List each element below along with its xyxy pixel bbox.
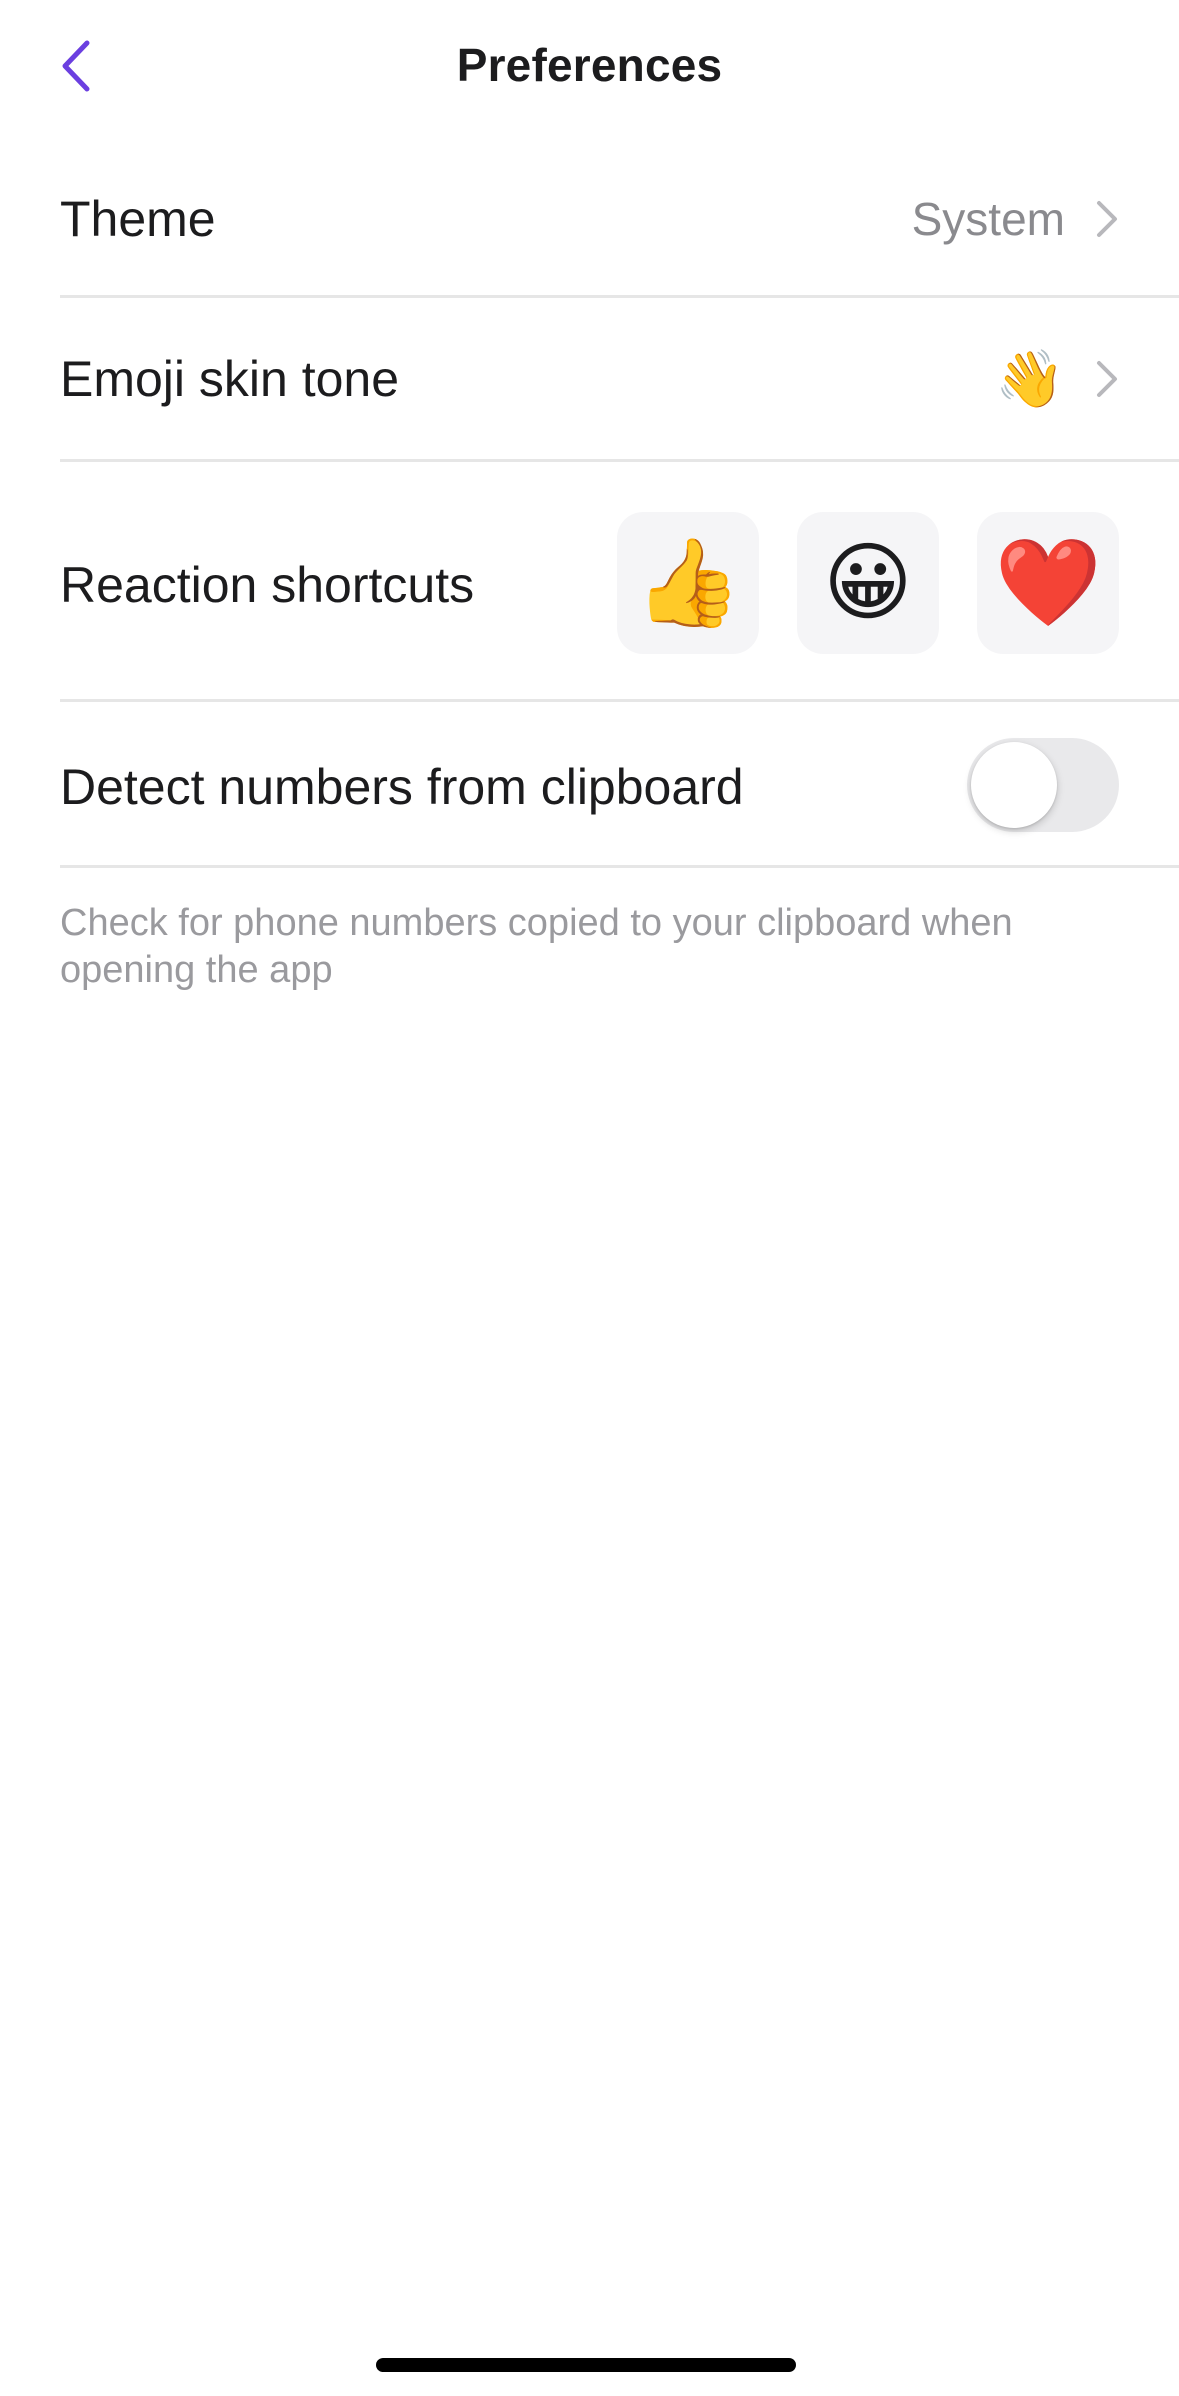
reaction-shortcuts-list: 👍 😀 ❤️ xyxy=(617,512,1119,654)
reaction-grinning-face[interactable]: 😀 xyxy=(797,512,939,654)
reaction-thumbs-up[interactable]: 👍 xyxy=(617,512,759,654)
reaction-heart[interactable]: ❤️ xyxy=(977,512,1119,654)
emoji-skin-tone-label: Emoji skin tone xyxy=(60,351,400,407)
chevron-right-icon xyxy=(1097,361,1117,397)
reaction-shortcuts-row: Reaction shortcuts 👍 😀 ❤️ xyxy=(60,462,1179,702)
detect-clipboard-label: Detect numbers from clipboard xyxy=(60,759,744,815)
toggle-knob xyxy=(971,742,1057,828)
emoji-skin-tone-value-group: 👋 xyxy=(995,346,1119,412)
detect-clipboard-toggle[interactable] xyxy=(967,738,1119,832)
reaction-shortcuts-label: Reaction shortcuts xyxy=(60,557,475,613)
theme-row[interactable]: Theme System xyxy=(60,140,1179,298)
chevron-right-icon xyxy=(1097,201,1117,237)
header: Preferences xyxy=(0,0,1179,140)
theme-value-group: System xyxy=(912,192,1119,246)
detect-clipboard-hint: Check for phone numbers copied to your c… xyxy=(60,902,1013,991)
theme-label: Theme xyxy=(60,191,216,247)
emoji-skin-tone-row[interactable]: Emoji skin tone 👋 xyxy=(60,298,1179,462)
detect-clipboard-row: Detect numbers from clipboard xyxy=(60,702,1179,868)
theme-value: System xyxy=(911,193,1065,245)
waving-hand-emoji: 👋 xyxy=(995,347,1065,410)
page-title: Preferences xyxy=(456,39,723,91)
home-indicator[interactable] xyxy=(376,2358,796,2372)
